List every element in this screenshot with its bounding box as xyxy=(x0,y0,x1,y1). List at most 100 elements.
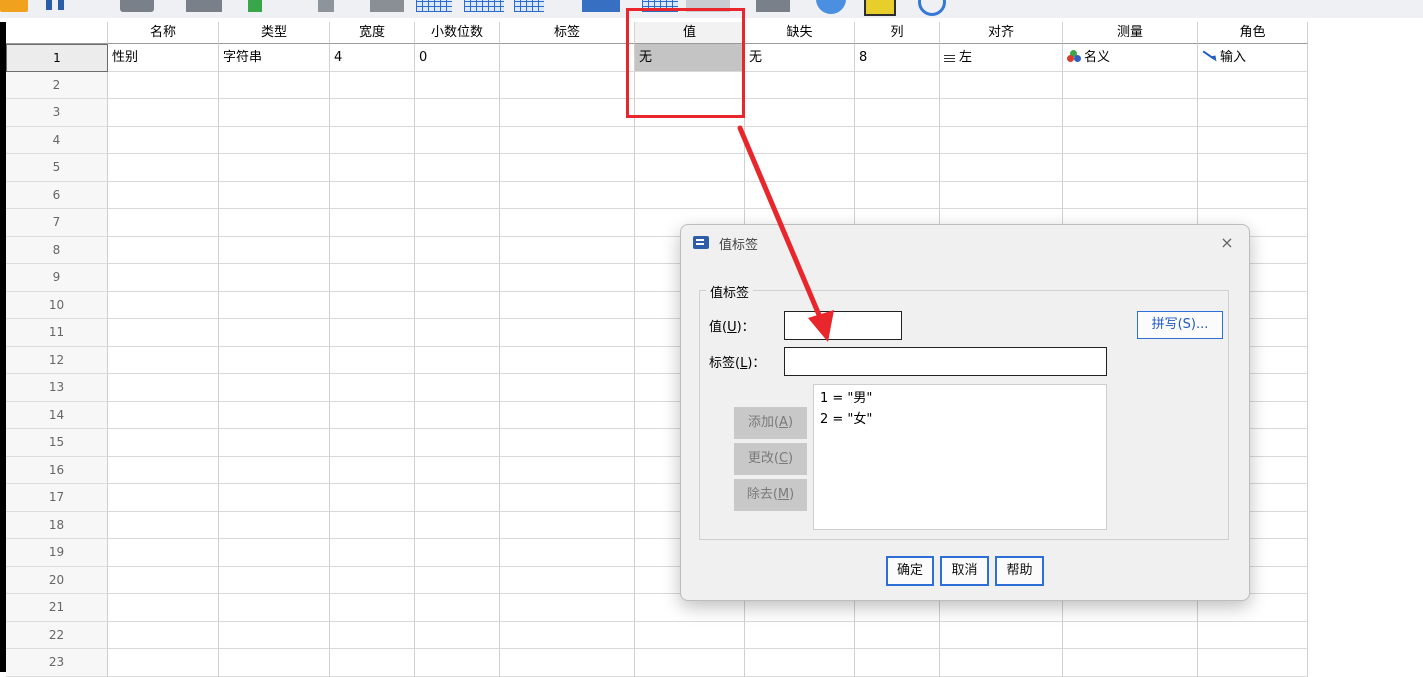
cell-role[interactable] xyxy=(1198,649,1308,677)
cell-columns[interactable] xyxy=(855,621,940,649)
open-folder-icon[interactable] xyxy=(0,0,28,12)
column-header-missing[interactable]: 缺失 xyxy=(745,22,855,44)
cell-decimals[interactable] xyxy=(415,126,500,154)
cell-label[interactable] xyxy=(500,429,635,457)
cell-type[interactable] xyxy=(219,621,330,649)
cell-type[interactable] xyxy=(219,511,330,539)
cell-columns[interactable] xyxy=(855,154,940,182)
cell-values[interactable] xyxy=(635,181,745,209)
cell-missing[interactable] xyxy=(745,621,855,649)
cell-width[interactable] xyxy=(330,539,415,567)
row-number[interactable]: 1 xyxy=(6,44,108,72)
cell-decimals[interactable]: 0 xyxy=(415,44,500,72)
cell-columns[interactable] xyxy=(855,99,940,127)
list-item[interactable]: 1 = "男" xyxy=(820,388,1100,409)
cell-decimals[interactable] xyxy=(415,401,500,429)
row-number[interactable]: 13 xyxy=(6,374,108,402)
cell-label[interactable] xyxy=(500,484,635,512)
value-labels-icon[interactable] xyxy=(816,0,846,14)
cell-width[interactable] xyxy=(330,456,415,484)
cell-name[interactable] xyxy=(108,566,219,594)
search-icon[interactable] xyxy=(918,0,946,16)
cell-width[interactable] xyxy=(330,209,415,237)
cell-name[interactable] xyxy=(108,484,219,512)
goto-case-icon[interactable] xyxy=(370,0,404,12)
cell-width[interactable] xyxy=(330,566,415,594)
cell-width[interactable] xyxy=(330,236,415,264)
value-input[interactable] xyxy=(784,311,902,340)
variables-icon[interactable] xyxy=(514,0,544,12)
cell-width[interactable] xyxy=(330,429,415,457)
cell-name[interactable] xyxy=(108,264,219,292)
cell-type[interactable] xyxy=(219,539,330,567)
cell-width[interactable] xyxy=(330,99,415,127)
cell-label[interactable] xyxy=(500,539,635,567)
cell-name[interactable] xyxy=(108,456,219,484)
cell-values[interactable] xyxy=(635,621,745,649)
row-number[interactable]: 17 xyxy=(6,484,108,512)
cell-name[interactable] xyxy=(108,209,219,237)
cell-missing[interactable]: 无 xyxy=(745,44,855,72)
column-header-label[interactable]: 标签 xyxy=(500,22,635,44)
cell-align[interactable] xyxy=(940,649,1063,677)
cell-align[interactable] xyxy=(940,154,1063,182)
cell-label[interactable] xyxy=(500,99,635,127)
cell-width[interactable] xyxy=(330,401,415,429)
row-number[interactable]: 23 xyxy=(6,649,108,677)
cell-width[interactable]: 4 xyxy=(330,44,415,72)
cell-width[interactable] xyxy=(330,374,415,402)
row-number[interactable]: 12 xyxy=(6,346,108,374)
cell-columns[interactable]: 8 xyxy=(855,44,940,72)
label-input[interactable] xyxy=(784,347,1107,376)
ok-button[interactable]: 确定 xyxy=(886,556,934,586)
cell-type[interactable]: 字符串 xyxy=(219,44,330,72)
cell-type[interactable] xyxy=(219,236,330,264)
cell-decimals[interactable] xyxy=(415,511,500,539)
cell-columns[interactable] xyxy=(855,181,940,209)
cell-type[interactable] xyxy=(219,319,330,347)
cell-name[interactable] xyxy=(108,594,219,622)
cell-type[interactable] xyxy=(219,99,330,127)
cell-decimals[interactable] xyxy=(415,429,500,457)
cell-decimals[interactable] xyxy=(415,236,500,264)
cell-label[interactable] xyxy=(500,346,635,374)
split-file-icon[interactable] xyxy=(756,0,790,12)
row-number[interactable]: 10 xyxy=(6,291,108,319)
cell-name[interactable] xyxy=(108,291,219,319)
cell-type[interactable] xyxy=(219,374,330,402)
cell-type[interactable] xyxy=(219,594,330,622)
cell-decimals[interactable] xyxy=(415,264,500,292)
undo-icon[interactable] xyxy=(248,0,262,12)
row-number[interactable]: 8 xyxy=(6,236,108,264)
cell-missing[interactable] xyxy=(745,71,855,99)
cell-label[interactable] xyxy=(500,401,635,429)
cell-type[interactable] xyxy=(219,154,330,182)
insert-variable-icon[interactable] xyxy=(464,0,504,12)
cell-type[interactable] xyxy=(219,566,330,594)
row-number[interactable]: 16 xyxy=(6,456,108,484)
cell-align[interactable] xyxy=(940,126,1063,154)
row-number[interactable]: 11 xyxy=(6,319,108,347)
cell-name[interactable] xyxy=(108,71,219,99)
cell-values[interactable] xyxy=(635,154,745,182)
cell-missing[interactable] xyxy=(745,649,855,677)
cell-align[interactable]: 左 xyxy=(940,44,1063,72)
cell-label[interactable] xyxy=(500,566,635,594)
cell-name[interactable] xyxy=(108,511,219,539)
cell-align[interactable] xyxy=(940,621,1063,649)
cell-type[interactable] xyxy=(219,264,330,292)
cell-width[interactable] xyxy=(330,181,415,209)
row-number[interactable]: 15 xyxy=(6,429,108,457)
cell-decimals[interactable] xyxy=(415,539,500,567)
cell-label[interactable] xyxy=(500,456,635,484)
close-icon[interactable]: × xyxy=(1217,233,1237,253)
cell-decimals[interactable] xyxy=(415,99,500,127)
cell-label[interactable] xyxy=(500,44,635,72)
cell-decimals[interactable] xyxy=(415,649,500,677)
remove-button[interactable]: 除去(M) xyxy=(734,479,807,511)
cell-type[interactable] xyxy=(219,71,330,99)
list-item[interactable]: 2 = "女" xyxy=(820,409,1100,430)
row-number[interactable]: 2 xyxy=(6,71,108,99)
row-number[interactable]: 5 xyxy=(6,154,108,182)
cell-type[interactable] xyxy=(219,126,330,154)
